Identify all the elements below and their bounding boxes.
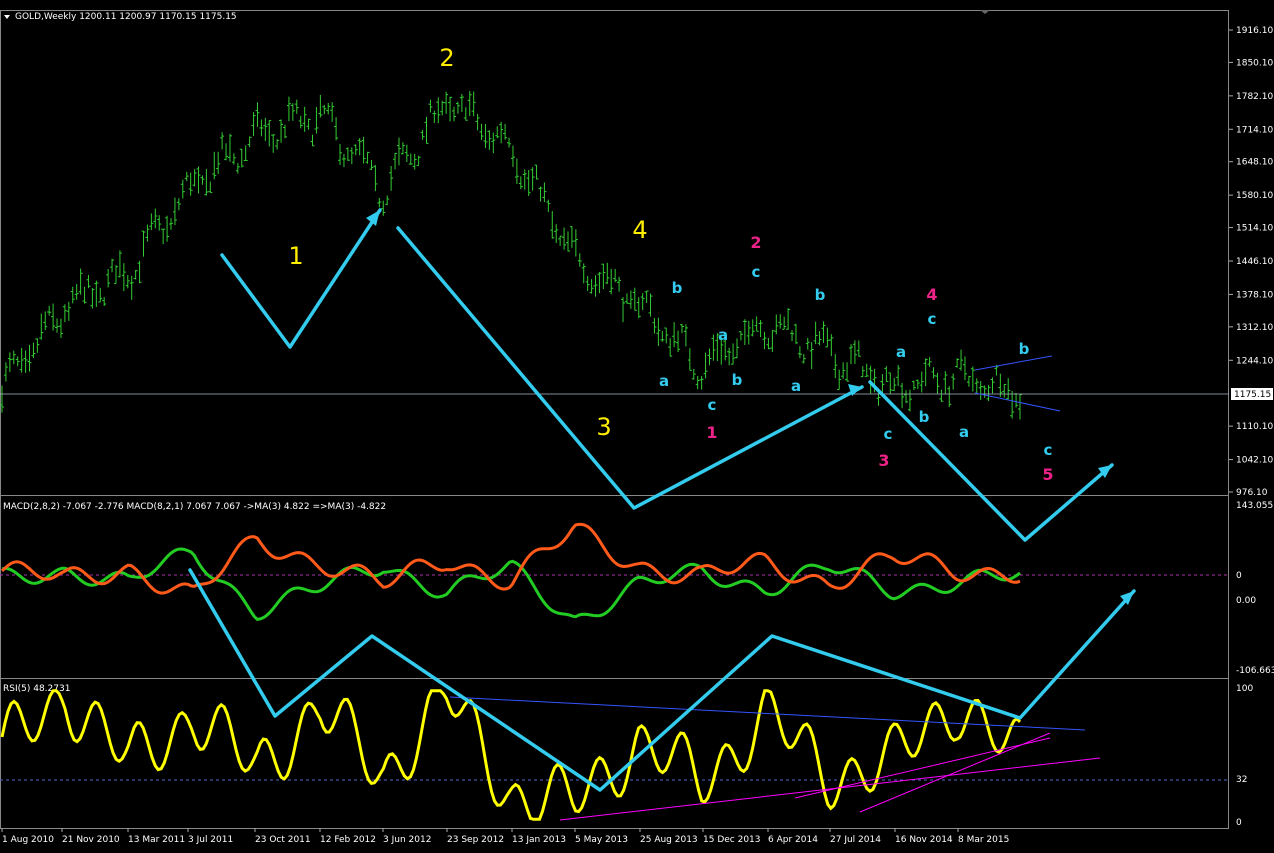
time-tick-label: 6 Apr 2014	[768, 835, 818, 845]
time-tick-label: 5 May 2013	[575, 835, 628, 845]
wave-label: 4	[926, 285, 937, 304]
wave-label: c	[708, 396, 717, 414]
wave-label: 1	[288, 242, 303, 270]
time-tick-label: 3 Jul 2011	[188, 835, 233, 845]
price-tick-label: 976.10	[1236, 488, 1268, 498]
wave-label: b	[672, 279, 683, 297]
price-tick-label: 1916.10	[1236, 26, 1273, 36]
time-tick-label: 23 Sep 2012	[447, 835, 504, 845]
time-tick-label: 15 Dec 2013	[703, 835, 761, 845]
rsi-axis: 100 32 0	[1236, 684, 1253, 828]
time-tick-label: 12 Feb 2012	[320, 835, 376, 845]
wave-label: 2	[439, 44, 454, 72]
time-tick-label: 3 Jun 2012	[383, 835, 431, 845]
price-tick-label: 1312.10	[1236, 323, 1273, 333]
price-tick-label: 1580.10	[1236, 191, 1273, 201]
price-tick-label: 1782.10	[1236, 92, 1273, 102]
time-tick-label: 23 Oct 2011	[255, 835, 311, 845]
price-tick-label: 1648.10	[1236, 158, 1273, 168]
macd-tick-label: 0	[1236, 571, 1242, 581]
time-tick-label: 16 Nov 2014	[895, 835, 953, 845]
trading-chart[interactable]: GOLD,Weekly 1200.11 1200.97 1170.15 1175…	[0, 0, 1274, 853]
wave-label: a	[659, 372, 669, 390]
price-tick-label: 1110.10	[1236, 422, 1273, 432]
time-tick-label: 13 Mar 2011	[128, 835, 185, 845]
wave-label: c	[928, 310, 937, 328]
wave-label: 1	[706, 423, 717, 442]
price-tick-label: 1042.10	[1236, 456, 1273, 466]
wave-label: 4	[632, 216, 647, 244]
wave-label: a	[959, 423, 969, 441]
price-tick-label: 1244.10	[1236, 356, 1273, 366]
price-tick-label: 1514.10	[1236, 224, 1273, 234]
macd-tick-label: 0.00	[1236, 596, 1256, 606]
price-axis: 1916.10 1850.10 1782.10 1714.10 1648.10 1580.…	[1229, 26, 1273, 498]
time-tick-label: 25 Aug 2013	[640, 835, 698, 845]
time-tick-label: 13 Jan 2013	[512, 835, 566, 845]
rsi-tick-label: 32	[1236, 775, 1247, 785]
wave-label: a	[791, 377, 801, 395]
wave-label: 2	[750, 233, 761, 252]
rsi-tick-label: 0	[1236, 818, 1242, 828]
price-header: GOLD,Weekly 1200.11 1200.97 1170.15 1175…	[15, 12, 237, 22]
time-tick-label: 21 Nov 2010	[62, 835, 120, 845]
time-tick-label: 8 Mar 2015	[958, 835, 1009, 845]
time-tick-label: 1 Aug 2010	[2, 835, 54, 845]
wave-label: b	[815, 286, 826, 304]
wave-label: 3	[878, 451, 889, 470]
time-tick-label: 27 Jul 2014	[830, 835, 881, 845]
wave-label: b	[919, 408, 930, 426]
rsi-tick-label: 100	[1236, 684, 1253, 694]
rsi-header: RSI(5) 48.2731	[3, 684, 70, 694]
macd-axis: 143.055 0 0.00 -106.663	[1236, 501, 1274, 676]
wave-label: c	[1044, 441, 1053, 459]
macd-tick-label: 143.055	[1236, 501, 1273, 511]
macd-tick-label: -106.663	[1236, 666, 1274, 676]
wave-label: 5	[1042, 465, 1053, 484]
time-axis: 1 Aug 2010 21 Nov 2010 13 Mar 2011 3 Jul 20…	[1, 828, 1009, 845]
price-tick-label: 1378.10	[1236, 290, 1273, 300]
current-price-label: 1175.15	[1234, 390, 1271, 400]
wave-label: b	[1019, 340, 1030, 358]
price-tick-label: 1714.10	[1236, 125, 1273, 135]
wave-label: b	[732, 371, 743, 389]
macd-header: MACD(2,8,2) -7.067 -2.776 MACD(8,2,1) 7.…	[3, 502, 386, 512]
wave-label: a	[718, 326, 728, 344]
wave-label: c	[884, 425, 893, 443]
wave-label: c	[752, 263, 761, 281]
price-tick-label: 1446.10	[1236, 257, 1273, 267]
wave-label: 3	[596, 413, 611, 441]
wave-label: a	[896, 343, 906, 361]
price-tick-label: 1850.10	[1236, 58, 1273, 68]
